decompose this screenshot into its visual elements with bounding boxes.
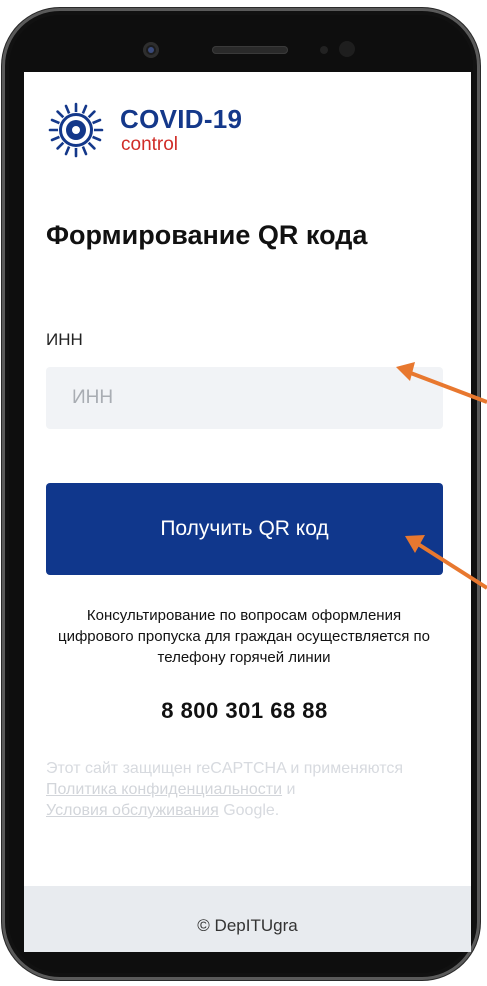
recaptcha-prefix: Этот сайт защищен reCAPTCHA и применяютс… bbox=[46, 760, 404, 777]
inn-input[interactable] bbox=[46, 367, 443, 429]
proximity-sensor bbox=[320, 46, 328, 54]
brand-subtitle: control bbox=[121, 134, 179, 155]
recaptcha-suffix: Google. bbox=[223, 802, 280, 819]
virus-logo-icon bbox=[48, 102, 104, 158]
footer-copyright: © DepITUgra bbox=[197, 916, 298, 935]
support-info-text: Консультирование по вопросам оформления … bbox=[57, 607, 430, 666]
inn-field-label: ИНН bbox=[46, 330, 83, 349]
earpiece-speaker bbox=[212, 46, 288, 54]
brand-logo[interactable]: COVID-19 control bbox=[48, 102, 248, 162]
recaptcha-and: и bbox=[286, 781, 296, 798]
brand-title: COVID-19 bbox=[120, 104, 243, 134]
phone-frame: COVID-19 control Формирование QR кода ИН… bbox=[2, 8, 480, 980]
terms-of-service-link[interactable]: Условия обслуживания bbox=[46, 802, 219, 819]
page-footer: © DepITUgra bbox=[24, 886, 471, 952]
light-sensor bbox=[339, 41, 355, 57]
privacy-policy-link[interactable]: Политика конфиденциальности bbox=[46, 781, 282, 798]
front-camera-icon bbox=[143, 42, 159, 58]
recaptcha-notice: Этот сайт защищен reCAPTCHA и применяютс… bbox=[46, 758, 436, 821]
hotline-phone-number[interactable]: 8 800 301 68 88 bbox=[46, 698, 443, 724]
get-qr-code-button[interactable]: Получить QR код bbox=[46, 483, 443, 575]
app-screen: COVID-19 control Формирование QR кода ИН… bbox=[24, 72, 471, 952]
page-title: Формирование QR кода bbox=[46, 220, 368, 250]
